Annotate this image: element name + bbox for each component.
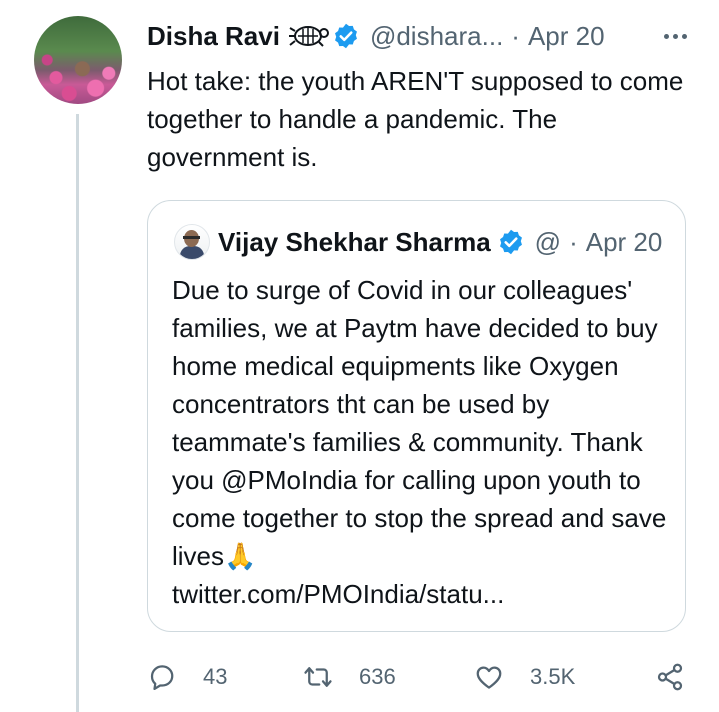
like-count: 3.5K: [530, 664, 576, 689]
retweet-count: 636: [359, 664, 396, 689]
verified-badge-icon: [334, 23, 357, 49]
author-handle[interactable]: @dishara...: [370, 21, 503, 52]
share-button[interactable]: [655, 658, 685, 696]
reply-button[interactable]: 43: [147, 658, 227, 696]
quoted-author-avatar: [174, 224, 210, 260]
separator-dot: ·: [511, 20, 520, 51]
verified-badge-icon: [499, 229, 522, 255]
folded-hands-emoji: 🙏: [224, 541, 257, 571]
more-dots-icon[interactable]: [664, 18, 687, 54]
quoted-author-handle: @: [534, 226, 562, 257]
separator-dot: ·: [569, 226, 578, 257]
author-avatar[interactable]: [34, 16, 122, 104]
reply-bubble-icon: [150, 665, 174, 690]
tweet-text: Hot take: the youth AREN'T supposed to c…: [147, 66, 684, 172]
turtle-emoji-icon: [288, 26, 329, 47]
tweet-header: Disha Ravi @dishara... · Apr 20: [147, 18, 699, 54]
heart-icon: [476, 666, 502, 689]
reply-count: 43: [203, 664, 228, 689]
quoted-tweet-date: Apr 20: [585, 226, 663, 257]
share-icon: [657, 663, 683, 691]
quoted-tweet-text: Due to surge of Covid in our colleagues'…: [172, 275, 667, 571]
quoted-tweet-card[interactable]: Vijay Shekhar Sharma @ · Apr 20 Due to s…: [147, 200, 686, 632]
tweet-actions-bar: 43 636 3.5K: [147, 658, 692, 696]
like-button[interactable]: 3.5K: [474, 658, 575, 696]
quoted-tweet-body: Due to surge of Covid in our colleagues'…: [172, 271, 672, 613]
quoted-tweet-link[interactable]: twitter.com/PMOIndia/statu...: [172, 579, 504, 609]
thread-line: [76, 114, 79, 712]
tweet-date[interactable]: Apr 20: [528, 21, 605, 52]
author-name[interactable]: Disha Ravi: [147, 21, 280, 52]
retweet-button[interactable]: 636: [303, 658, 396, 696]
quoted-tweet-header: Vijay Shekhar Sharma @ · Apr 20: [174, 223, 662, 261]
retweet-icon: [304, 667, 332, 687]
quoted-author-name: Vijay Shekhar Sharma: [218, 226, 491, 257]
